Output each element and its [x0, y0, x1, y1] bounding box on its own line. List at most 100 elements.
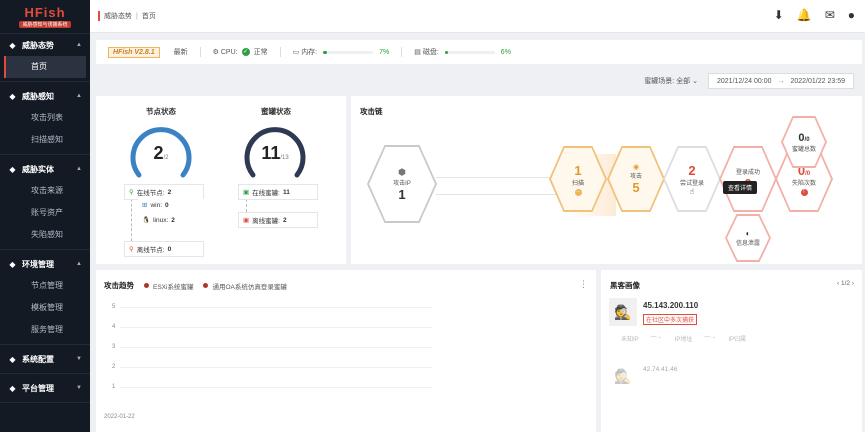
date-arrow: →	[777, 77, 785, 85]
date-end[interactable]: 2022/01/22 23:59	[791, 78, 846, 85]
nav-group-label: 系统配置	[22, 354, 54, 364]
memory-label: 内存:	[301, 49, 318, 56]
settings-icon: ◆	[9, 354, 16, 364]
sidebar-item[interactable]: 扫描感知	[0, 129, 90, 151]
nav-group-1[interactable]: ◆ 威胁感知 ▲	[0, 85, 90, 107]
y-tick: 1	[112, 384, 116, 390]
honeypot-count: 11/13	[261, 143, 289, 163]
offline-honeypots[interactable]: ▣ 离线蜜罐: 2	[238, 212, 318, 228]
windows-icon: ⊞	[142, 202, 148, 209]
scene-label: 蜜罐场景:	[644, 78, 675, 85]
target-icon: ◆	[9, 164, 16, 174]
online-honeypots[interactable]: ▣ 在线蜜罐: 11	[238, 184, 318, 200]
honeypot-status-title: 蜜罐状态	[261, 107, 291, 116]
nav-group-0[interactable]: ◆ 威胁态势 ▲	[0, 34, 90, 56]
download-icon[interactable]: ⬇	[774, 8, 784, 22]
sidebar-item[interactable]: 首页	[4, 56, 86, 78]
rocket-icon[interactable]: 🔔	[797, 8, 812, 22]
attack-chain-card: 攻击链 ⬢攻击IP1 1扫描− ◉攻击5 2尝试登录☝ 登录成功0 0/0失陷次…	[351, 96, 862, 264]
breadcrumb-marker	[98, 11, 100, 21]
user-avatar-icon[interactable]: ●	[848, 8, 855, 22]
sidebar-item[interactable]: 攻击来源	[0, 180, 90, 202]
nav-group-label: 环境管理	[22, 259, 54, 269]
version-badge: HFish V2.8.1	[108, 46, 160, 58]
sidebar-item[interactable]: 账号资产	[0, 202, 90, 224]
attacker-tag: 在社区中多次捕获	[643, 314, 698, 325]
logo-subtitle: 威胁感知与诱捕系统	[19, 21, 71, 28]
pin-icon: ⚲	[129, 189, 134, 196]
cursor-icon: ☝	[689, 186, 695, 196]
pager[interactable]: ‹ 1/2 ›	[837, 280, 854, 287]
top-bar: 威胁态势 | 首页 ⬇ 🔔 ✉ ●	[90, 0, 865, 33]
linux-icon: 🐧	[142, 217, 151, 224]
sidebar: HFish 威胁感知与诱捕系统 ◆ 威胁态势 ▲ 首页 ◆ 威胁感知 ▲ 攻击列表 扫描感知 ◆ 威…	[0, 0, 90, 432]
chevron-icon: ▲	[76, 42, 82, 48]
nav-group-4[interactable]: ◆ 系统配置 ▼	[0, 348, 90, 370]
filter-bar: 蜜罐场景: 全部 ⌄ 2021/12/24 00:00 → 2022/01/22…	[96, 70, 862, 92]
x-axis-label: 2022-01-22	[104, 414, 135, 420]
disk-label: 磁盘:	[422, 49, 439, 56]
more-icon[interactable]: ⋮	[579, 279, 588, 290]
offline-nodes[interactable]: ⚲ 离线节点: 0	[124, 241, 204, 257]
server-icon: ◆	[9, 259, 16, 269]
ip-icon: ⬢	[398, 166, 406, 177]
chain-login-attempt[interactable]: 2 尝试登录 ☝	[663, 146, 721, 212]
sidebar-item[interactable]: 服务管理	[0, 319, 90, 341]
view-detail-tooltip: 查看详情	[723, 181, 758, 194]
disk-percent: 6%	[500, 48, 511, 56]
nav-group-label: 威胁感知	[22, 91, 54, 101]
pin-off-icon: ⚲	[129, 246, 134, 253]
breadcrumb-current: 首页	[141, 13, 156, 20]
sidebar-item[interactable]: 失陷感知	[0, 224, 90, 246]
sidebar-item[interactable]: 模板管理	[0, 297, 90, 319]
y-tick: 2	[112, 364, 116, 370]
nav-group-2[interactable]: ◆ 威胁实体 ▲	[0, 158, 90, 180]
system-status-bar: HFish V2.8.1 最新 ⚙ CPU: ✓ 正常 ▭ 内存: 7% ▤ 磁盘…	[96, 40, 862, 64]
date-range-picker[interactable]: 2021/12/24 00:00 → 2022/01/22 23:59	[708, 73, 854, 89]
chevron-icon: ▲	[76, 261, 82, 267]
nav-group-3[interactable]: ◆ 环境管理 ▲	[0, 253, 90, 275]
node-status-card: 节点状态 蜜罐状态 2/2 11/13 ⚲ 在线节点: 2 ⊞ win: 0 🐧 linu…	[96, 96, 346, 264]
memory-percent: 7%	[379, 48, 390, 56]
node-count: 2/2	[153, 143, 169, 163]
legend-esxi[interactable]: ESXi系统蜜罐	[144, 281, 193, 291]
online-nodes[interactable]: ⚲ 在线节点: 2	[124, 184, 204, 200]
cpu-status: 正常	[253, 49, 268, 56]
sidebar-item[interactable]: 攻击列表	[0, 107, 90, 129]
scene-select[interactable]: 全部 ⌄	[676, 76, 698, 86]
chevron-icon: ▼	[76, 385, 82, 391]
logo-text: HFish	[24, 5, 66, 20]
date-start[interactable]: 2021/12/24 00:00	[717, 78, 772, 85]
honeypot-off-icon: ▣	[243, 217, 250, 224]
attacker-ip[interactable]: 45.143.200.110	[643, 301, 698, 310]
chevron-icon: ▼	[76, 356, 82, 362]
sidebar-item[interactable]: 节点管理	[0, 275, 90, 297]
chat-icon[interactable]: ✉	[825, 8, 835, 22]
breadcrumb: 威胁态势 | 首页	[104, 11, 156, 21]
linux-nodes: 🐧 linux: 2	[138, 214, 204, 226]
cpu-label: CPU:	[220, 48, 238, 56]
chevron-icon: ▲	[76, 93, 82, 99]
chain-login-success[interactable]: 登录成功0	[719, 146, 777, 212]
chain-info-leak[interactable]: ◐ 信息泄露	[725, 214, 771, 262]
update-status[interactable]: 最新	[174, 47, 188, 57]
app-logo[interactable]: HFish 威胁感知与诱捕系统	[0, 0, 90, 34]
disk-icon: ▤	[414, 49, 421, 56]
hacker-avatar-icon: 🕵	[609, 298, 637, 326]
attack-trend-title: 攻击趋势	[104, 281, 134, 290]
breadcrumb-divider: |	[136, 13, 138, 20]
memory-bar	[323, 50, 374, 54]
attacker-ip-2[interactable]: 42.74.41.46	[643, 366, 677, 373]
breadcrumb-parent[interactable]: 威胁态势	[104, 13, 132, 20]
leak-icon: ◐	[745, 229, 751, 238]
legend-oa[interactable]: 通用OA系统仿真登录蜜罐	[203, 281, 287, 291]
nav-group-label: 威胁态势	[22, 40, 54, 50]
y-tick: 3	[112, 344, 116, 350]
platform-icon: ◆	[9, 383, 16, 393]
chevron-icon: ▲	[76, 166, 82, 172]
memory-icon: ▭	[292, 49, 300, 56]
nav-group-5[interactable]: ◆ 平台管理 ▼	[0, 377, 90, 399]
hacker-avatar-icon-2: 🕵	[614, 367, 632, 384]
y-tick: 4	[112, 324, 116, 330]
attack-ip-node[interactable]: ⬢ 攻击IP 1	[367, 145, 437, 223]
